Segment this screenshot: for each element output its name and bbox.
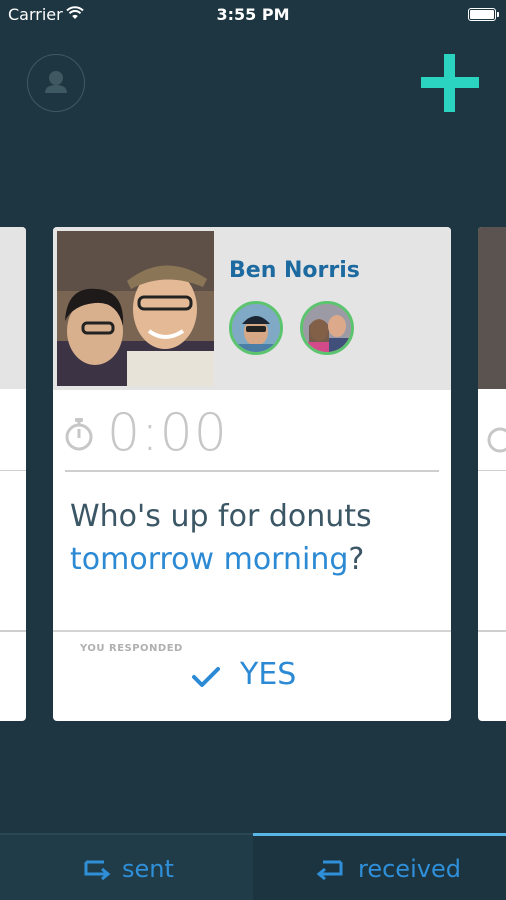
previous-card-divider (0, 630, 26, 632)
checkmark-icon (192, 667, 220, 687)
previous-card-header (0, 227, 26, 389)
next-card-divider (478, 630, 506, 632)
next-card-divider (478, 470, 506, 471)
person-icon (45, 71, 67, 93)
event-question: Who's up for donuts tomorrow morning? (70, 495, 440, 581)
plus-icon (421, 54, 479, 112)
previous-card-divider (0, 470, 26, 471)
responded-label: YOU RESPONDED (80, 643, 183, 654)
next-card[interactable] (478, 227, 506, 721)
received-icon (316, 860, 343, 880)
divider (65, 470, 439, 472)
profile-button[interactable] (27, 54, 85, 112)
next-card-photo (478, 227, 506, 389)
countdown-timer: 0:00 (107, 403, 228, 463)
participant-avatar[interactable] (300, 301, 354, 355)
event-card[interactable]: Ben Norris 0:00 Who's up for donuts tomo… (53, 227, 451, 721)
question-text: Who's up for donuts (70, 499, 372, 534)
question-time-link[interactable]: tomorrow morning (70, 542, 348, 577)
status-bar: Carrier 3:55 PM (0, 0, 506, 30)
participant-avatar[interactable] (229, 301, 283, 355)
question-end: ? (348, 542, 365, 577)
tab-sent[interactable]: sent (0, 833, 253, 900)
tab-received[interactable]: received (253, 833, 506, 900)
sender-name: Ben Norris (229, 258, 360, 283)
tab-received-label: received (358, 855, 461, 883)
divider (53, 630, 451, 632)
tab-bar: sent received (0, 833, 506, 900)
response-yes-button[interactable]: YES (240, 657, 296, 692)
clock: 3:55 PM (216, 5, 290, 24)
stopwatch-icon (65, 418, 93, 451)
sent-icon (84, 860, 111, 880)
add-button[interactable] (419, 52, 481, 114)
card-header: Ben Norris (53, 227, 451, 390)
previous-card[interactable] (0, 227, 26, 721)
stopwatch-icon (487, 427, 506, 453)
battery-icon (468, 8, 499, 21)
sender-photo (57, 231, 214, 386)
tab-sent-label: sent (122, 855, 174, 883)
